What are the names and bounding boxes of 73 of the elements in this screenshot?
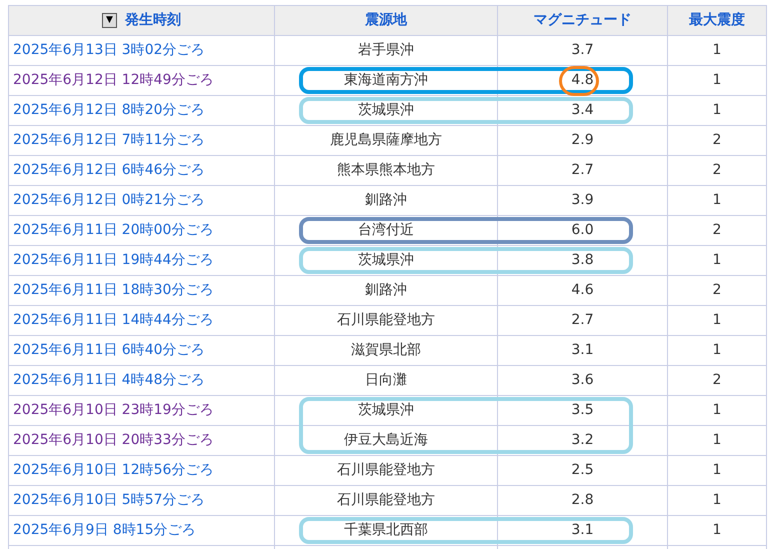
table-cell-text: 1 (712, 71, 722, 90)
table-cell-text: 石川県能登地方 (337, 461, 435, 480)
table-cell-text: 2 (712, 371, 722, 390)
table-cell-text: 3.8 (571, 251, 594, 270)
time-link[interactable]: 2025年6月11日 19時44分ごろ (13, 250, 214, 271)
column-header[interactable]: 発生時刻 (125, 10, 181, 31)
table-cell-text: 2 (712, 221, 722, 240)
table-cell-text: 3.4 (571, 101, 594, 120)
table-cell-text: 6.0 (571, 221, 594, 240)
table-cell-text: 4.8 (571, 71, 594, 90)
table-cell-text: 2 (712, 281, 722, 300)
table-cell-text: 3.6 (571, 371, 594, 390)
column-header[interactable]: 震源地 (365, 10, 407, 31)
table-cell-text: 1 (712, 461, 722, 480)
time-link[interactable]: 2025年6月11日 4時48分ごろ (13, 370, 205, 391)
table-cell-text: 4.6 (571, 281, 594, 300)
table-cell-text: 2.8 (571, 491, 594, 510)
time-link[interactable]: 2025年6月9日 8時15分ごろ (13, 520, 196, 541)
table-cell-text: 2.7 (571, 161, 594, 180)
time-link[interactable]: 2025年6月10日 12時56分ごろ (13, 460, 214, 481)
table-cell-text: 1 (712, 311, 722, 330)
column-header[interactable]: 最大震度 (689, 10, 745, 31)
table-cell-text: 茨城県沖 (358, 251, 414, 270)
table-cell-text: 日向灘 (365, 371, 407, 390)
table-cell-text: 3.2 (571, 431, 594, 450)
table-cell-text: 1 (712, 101, 722, 120)
table-cell-text: 岩手県沖 (358, 41, 414, 60)
table-cell-text: 3.7 (571, 41, 594, 60)
table-cell-text: 3.1 (571, 521, 594, 540)
time-link[interactable]: 2025年6月11日 6時40分ごろ (13, 340, 205, 361)
table-cell-text: 1 (712, 341, 722, 360)
time-link[interactable]: 2025年6月12日 0時21分ごろ (13, 190, 205, 211)
column-header[interactable]: マグニチュード (534, 10, 632, 31)
sort-button[interactable]: ▼ (102, 13, 117, 28)
table-cell-text: 茨城県沖 (358, 401, 414, 420)
table-cell-text: 1 (712, 191, 722, 210)
time-link[interactable]: 2025年6月10日 23時19分ごろ (13, 400, 214, 421)
table-cell-text: 1 (712, 401, 722, 420)
table-cell-text: 台湾付近 (358, 221, 414, 240)
table-cell-text: 熊本県熊本地方 (337, 161, 435, 180)
table-cell-text: 2 (712, 161, 722, 180)
table-cell-text: 茨城県沖 (358, 101, 414, 120)
time-link[interactable]: 2025年6月10日 5時57分ごろ (13, 490, 205, 511)
table-cell-text: 2.5 (571, 461, 594, 480)
table-cell-text: 伊豆大島近海 (344, 431, 428, 450)
table-cell-text: 2.7 (571, 311, 594, 330)
table-cell-text: 鹿児島県薩摩地方 (330, 131, 442, 150)
table-cell-text: 東海道南方沖 (344, 71, 428, 90)
time-link[interactable]: 2025年6月12日 6時46分ごろ (13, 160, 205, 181)
table-cell-text: 1 (712, 251, 722, 270)
table-cell-text: 千葉県北西部 (344, 521, 428, 540)
time-link[interactable]: 2025年6月12日 12時49分ごろ (13, 70, 214, 91)
time-link[interactable]: 2025年6月11日 20時00分ごろ (13, 220, 214, 241)
table-cell-text: 石川県能登地方 (337, 491, 435, 510)
table-cell-text: 石川県能登地方 (337, 311, 435, 330)
table-cell-text: 滋賀県北部 (351, 341, 421, 360)
table-cell-text: 1 (712, 41, 722, 60)
time-link[interactable]: 2025年6月12日 7時11分ごろ (13, 130, 205, 151)
table-cell-text: 3.5 (571, 401, 594, 420)
time-link[interactable]: 2025年6月12日 8時20分ごろ (13, 100, 205, 121)
time-link[interactable]: 2025年6月11日 14時44分ごろ (13, 310, 214, 331)
table-cell-text: 釧路沖 (365, 281, 407, 300)
time-link[interactable]: 2025年6月11日 18時30分ごろ (13, 280, 214, 301)
table-cell-text: 1 (712, 431, 722, 450)
table-cell-text: 1 (712, 491, 722, 510)
time-link[interactable]: 2025年6月10日 20時33分ごろ (13, 430, 214, 451)
table-cell-text: 3.9 (571, 191, 594, 210)
table-cell-text: 3.1 (571, 341, 594, 360)
table-cell-text: 2.9 (571, 131, 594, 150)
time-link[interactable]: 2025年6月13日 3時02分ごろ (13, 40, 205, 61)
table-cell-text: 2 (712, 131, 722, 150)
table-cell-text: 1 (712, 521, 722, 540)
table-cell-text: 釧路沖 (365, 191, 407, 210)
